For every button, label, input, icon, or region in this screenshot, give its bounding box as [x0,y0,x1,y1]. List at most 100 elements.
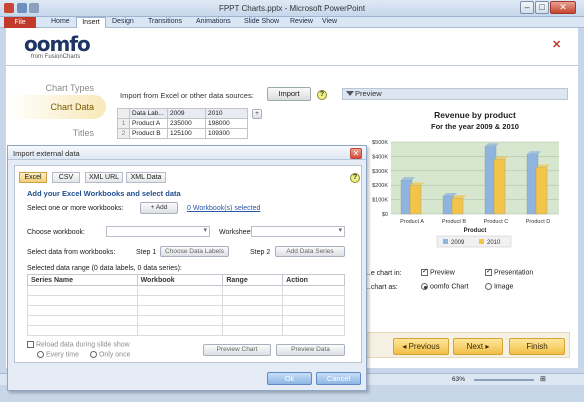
import-button[interactable]: Import [267,87,311,101]
tab-file[interactable]: File [4,17,36,28]
grid-header-2009[interactable]: 2009 [167,108,206,119]
col-workbook: Workbook [136,274,224,286]
image-radio-label: Image [493,283,514,291]
grid-header-labels[interactable]: Data Lab... [129,108,168,119]
tab-xml-url[interactable]: XML URL [85,172,123,183]
col-range: Range [222,274,284,286]
import-label: Import from Excel or other data sources: [120,91,254,100]
image-radio-wrap[interactable]: Image [485,283,513,290]
only-once-radio[interactable] [90,351,97,358]
x-axis-label: Product [464,228,487,234]
ok-button[interactable]: Ok [267,372,312,385]
legend-swatch [479,239,484,244]
image-radio[interactable] [485,283,492,290]
chart-subtitle: For the year 2009 & 2010 [431,122,519,131]
previous-button[interactable]: ◂ Previous [393,338,449,355]
dialog-heading: Add your Excel Workbooks and select data [27,189,181,198]
bar-2010 [535,167,548,215]
grid-cell[interactable]: 125100 [167,128,206,139]
preview-options: ...e chart in: Preview Presentation ...c… [345,266,567,300]
preview-checkbox-wrap[interactable]: Preview [421,267,455,277]
choose-workbook-dropdown[interactable] [106,226,210,237]
grid-cell[interactable]: 235000 [167,118,206,129]
x-tick-label: Product D [526,219,550,225]
tab-slide-show[interactable]: Slide Show [244,18,279,25]
reload-checkbox[interactable] [27,341,34,348]
y-tick-label: $400K [372,154,388,160]
worksheet-label: Worksheet: [219,229,255,236]
grid-corner [117,108,130,119]
legend-swatch [443,239,448,244]
minimize-button[interactable]: – [520,1,534,14]
tab-view[interactable]: View [322,18,337,25]
selected-workbooks-link[interactable]: 0 Workbook(s) selected [187,205,260,212]
grid-cell[interactable]: 109300 [205,128,248,139]
grid-header-2010[interactable]: 2010 [205,108,248,119]
only-once-option[interactable]: Only once [90,351,130,358]
add-workbook-button[interactable]: + Add [140,202,178,214]
tab-excel[interactable]: Excel [19,172,47,183]
table-row [27,325,345,336]
choose-data-labels-button[interactable]: Choose Data Labels [160,246,229,257]
presentation-checkbox[interactable] [485,267,492,276]
add-workbook-label: Add [155,204,168,211]
tab-xml-data[interactable]: XML Data [126,172,166,183]
zoom-slider[interactable] [474,379,534,381]
close-window-button[interactable]: ✕ [550,1,576,14]
fit-icon[interactable]: ⊞ [540,375,546,383]
cancel-button[interactable]: Cancel [316,372,361,385]
grid-row-number: 2 [117,128,130,139]
x-tick-label: Product C [484,219,508,225]
window-title: FPPT Charts.pptx - Microsoft PowerPoint [218,4,366,13]
preview-data-button[interactable]: Preview Data [276,344,345,356]
nav-item-chart-data[interactable]: Chart Data [0,102,100,112]
preview-checkbox-label: Preview [429,269,455,277]
help-icon[interactable]: ? [317,90,327,100]
choose-workbook-label: Choose workbook: [27,229,85,236]
x-tick-label: Product B [442,219,466,225]
close-icon[interactable]: ✕ [552,38,561,51]
maximize-button[interactable]: □ [535,1,549,14]
grid-cell[interactable]: Product B [129,128,168,139]
dialog-help-icon[interactable]: ? [350,173,360,183]
oomfo-chart-radio[interactable] [421,283,428,290]
tab-design[interactable]: Design [112,18,134,25]
tab-review[interactable]: Review [290,18,313,25]
nav-item-titles[interactable]: Titles [0,128,100,138]
next-button[interactable]: Next ▸ [453,338,503,355]
only-once-label: Only once [98,351,131,359]
select-data-label: Select data from workbooks: [27,249,116,256]
revenue-chart: Revenue by product For the year 2009 & 20… [372,110,559,248]
header-divider [6,65,578,66]
worksheet-dropdown[interactable] [251,226,345,237]
step2-label: Step 2 [250,249,271,256]
preview-checkbox[interactable] [421,267,428,276]
step1-label: Step 1 [136,249,157,256]
x-tick-label: Product A [400,219,424,225]
add-column-button[interactable]: + [252,109,262,119]
bar-2010 [409,185,422,215]
dialog-close-button[interactable]: ✕ [350,148,362,159]
oomfo-chart-radio-wrap[interactable]: oomfo Chart [421,283,468,290]
grid-cell[interactable]: Product A [129,118,168,129]
every-time-radio[interactable] [37,351,44,358]
dialog-title: Import external data [13,149,80,158]
chart-as-label: ...chart as: [365,284,398,291]
grid-row-number: 1 [117,118,130,129]
preview-chart-button[interactable]: Preview Chart [203,344,271,356]
tab-transitions[interactable]: Transitions [148,18,182,25]
every-time-option[interactable]: Every time [37,351,79,358]
table-row [27,295,345,306]
tab-csv[interactable]: CSV [52,172,80,183]
tab-animations[interactable]: Animations [196,18,231,25]
presentation-checkbox-wrap[interactable]: Presentation [485,267,533,276]
tab-home[interactable]: Home [51,18,70,25]
grid-cell[interactable]: 198000 [205,118,248,129]
tab-insert[interactable]: Insert [76,17,106,28]
finish-button[interactable]: Finish [509,338,565,355]
legend-label: 2010 [487,240,501,246]
nav-item-chart-types[interactable]: Chart Types [0,83,100,93]
preview-header[interactable]: Preview [342,88,568,100]
add-data-series-button[interactable]: Add Data Series [275,246,345,257]
reload-option[interactable]: Reload data during slide show [27,341,130,348]
